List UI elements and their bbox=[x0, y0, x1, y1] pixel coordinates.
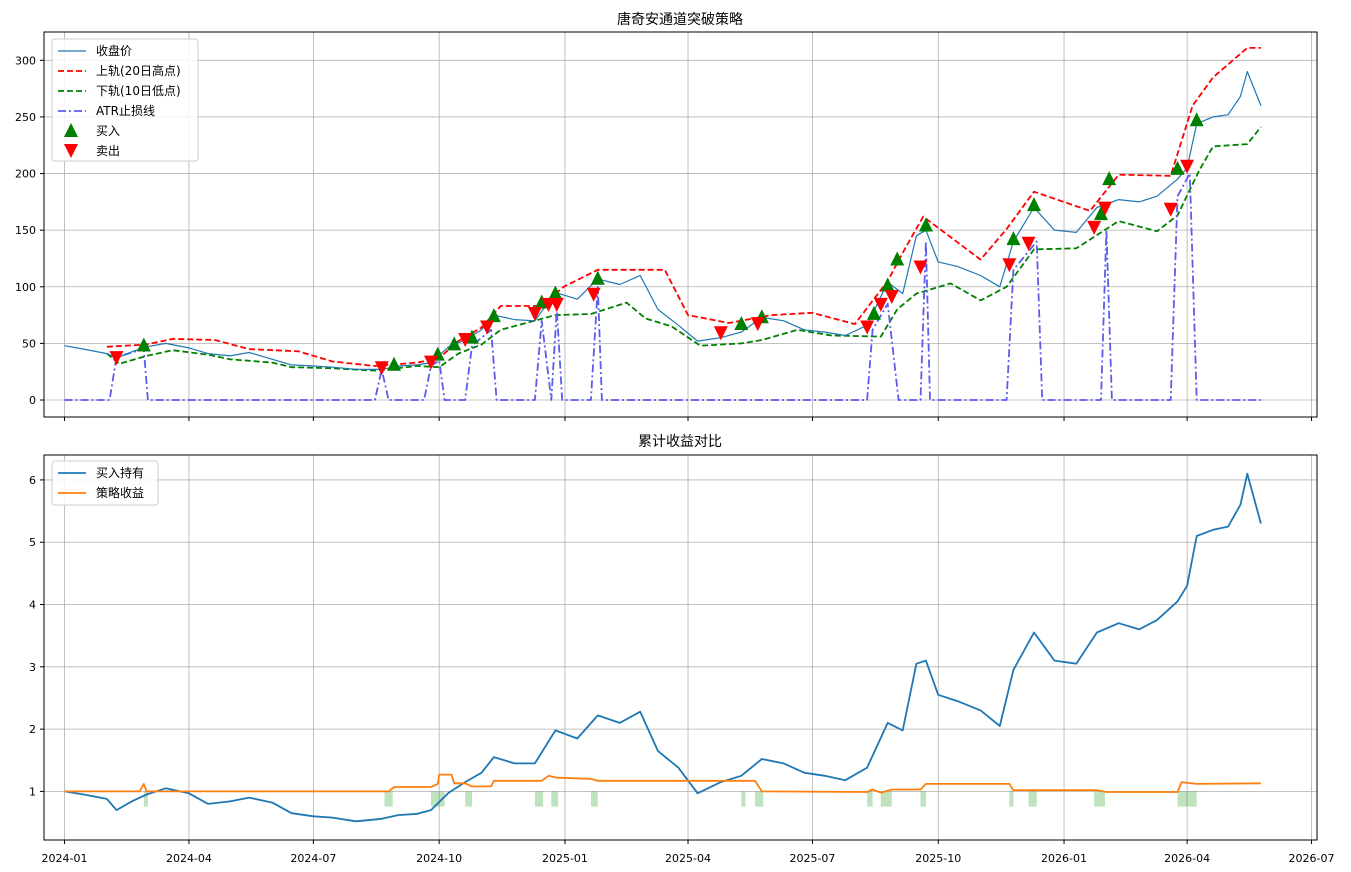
figure: 唐奇安通道突破策略 0 50 100 150 200 250 300 收盘价 上轨(20日高… bbox=[0, 0, 1351, 872]
legend-buy-label: 买入 bbox=[96, 124, 120, 138]
position-fill bbox=[590, 791, 598, 807]
position-fill bbox=[920, 791, 926, 807]
y-tick-label: 250 bbox=[15, 111, 36, 124]
x-tick-label: 2026-01 bbox=[1041, 852, 1087, 865]
x-tick-label: 2024-10 bbox=[416, 852, 462, 865]
returns-chart-title: 累计收益对比 bbox=[638, 434, 722, 450]
x-tick-label: 2026-04 bbox=[1164, 852, 1210, 865]
position-fill bbox=[551, 791, 559, 807]
y-tick-label: 3 bbox=[29, 661, 36, 674]
price-chart-title: 唐奇安通道突破策略 bbox=[617, 11, 743, 28]
position-fill bbox=[1094, 791, 1106, 807]
x-tick-label: 2026-07 bbox=[1289, 852, 1335, 865]
x-tick-label: 2024-07 bbox=[290, 852, 336, 865]
x-tick-label: 2025-01 bbox=[542, 852, 588, 865]
position-fill bbox=[1177, 791, 1197, 807]
position-fill bbox=[534, 791, 544, 807]
y-tick-label: 100 bbox=[15, 281, 36, 294]
legend-atr-label: ATR止损线 bbox=[96, 104, 155, 118]
y-tick-label: 0 bbox=[29, 394, 36, 407]
legend-sell-label: 卖出 bbox=[96, 144, 120, 158]
y-tick-label: 50 bbox=[22, 337, 36, 350]
legend-strategy-label: 策略收益 bbox=[96, 485, 144, 500]
legend-buyhold-label: 买入持有 bbox=[96, 465, 144, 480]
y-tick-label: 150 bbox=[15, 224, 36, 237]
position-fill bbox=[755, 791, 764, 807]
x-tick-label: 2025-07 bbox=[789, 852, 835, 865]
x-tick-label: 2024-01 bbox=[42, 852, 88, 865]
x-tick-label: 2025-10 bbox=[915, 852, 961, 865]
price-legend: 收盘价 上轨(20日高点) 下轨(10日低点) ATR止损线 买入 卖出 bbox=[51, 38, 199, 162]
position-fill bbox=[867, 791, 873, 807]
position-fill bbox=[465, 791, 472, 807]
legend-upper-label: 上轨(20日高点) bbox=[96, 63, 181, 78]
position-fill bbox=[384, 791, 393, 807]
x-tick-label: 2024-04 bbox=[166, 852, 212, 865]
position-fill bbox=[741, 791, 746, 807]
y-tick-label: 6 bbox=[29, 474, 36, 487]
position-fill bbox=[1028, 791, 1037, 807]
y-tick-label: 1 bbox=[29, 785, 36, 798]
y-tick-label: 2 bbox=[29, 723, 36, 736]
position-fill bbox=[1009, 791, 1014, 807]
y-tick-label: 5 bbox=[29, 536, 36, 549]
x-tick-label: 2025-04 bbox=[665, 852, 711, 865]
position-fill bbox=[880, 791, 892, 807]
y-tick-label: 4 bbox=[29, 599, 36, 612]
legend-lower-label: 下轨(10日低点) bbox=[96, 84, 181, 98]
y-tick-label: 300 bbox=[15, 54, 36, 67]
returns-legend: 买入持有 策略收益 bbox=[51, 460, 159, 506]
y-tick-label: 200 bbox=[15, 168, 36, 181]
legend-close-label: 收盘价 bbox=[96, 43, 132, 58]
